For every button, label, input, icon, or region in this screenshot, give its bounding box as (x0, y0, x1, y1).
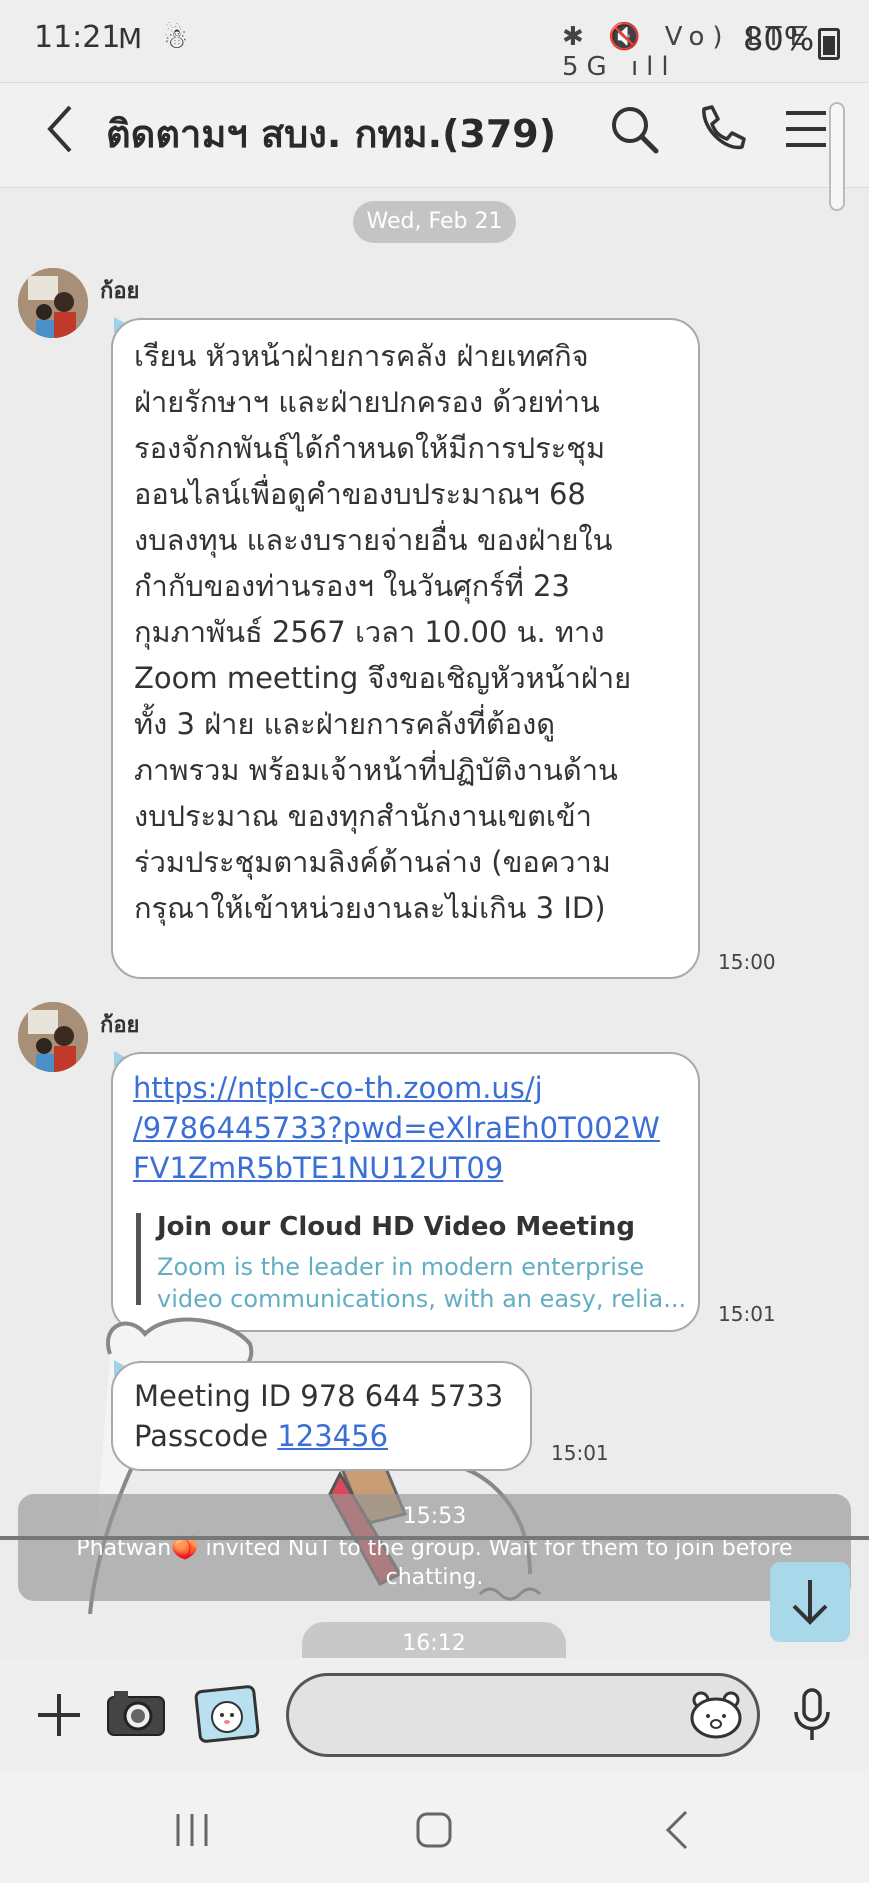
phone-icon (702, 105, 746, 150)
notification-icons: M ☃ (118, 22, 195, 55)
back-button[interactable] (40, 99, 100, 159)
zoom-link[interactable]: https://ntplc-co-th.zoom.us/j /978644573… (133, 1068, 693, 1188)
meeting-id-line: Meeting ID 978 644 5733 (134, 1379, 504, 1413)
message-line: ร่วมประชุมตามลิงค์ด้านล่าง (ขอความ (134, 845, 611, 879)
avatar-photo (18, 268, 88, 338)
sticker-button[interactable] (194, 1683, 260, 1743)
passcode-link[interactable]: 123456 (277, 1419, 388, 1453)
link-line[interactable]: FV1ZmR5bTE1NU12UT09 (133, 1148, 693, 1188)
battery-percent: 80% (743, 20, 815, 58)
preview-line: video communications, with an easy, reli… (157, 1285, 687, 1313)
chat-title[interactable]: ติดตามฯ สบง. กทม.(379) (106, 103, 556, 164)
back-icon (665, 1810, 688, 1850)
message-time: 15:01 (551, 1441, 609, 1465)
message-time: 15:01 (718, 1302, 776, 1326)
passcode-line: Passcode 123456 (134, 1416, 503, 1456)
scroll-down-button[interactable] (770, 1562, 850, 1642)
date-separator: Wed, Feb 21 (353, 201, 516, 243)
voice-button[interactable] (788, 1686, 836, 1742)
home-icon (416, 1812, 452, 1848)
avatar[interactable] (18, 268, 88, 338)
scrollbar[interactable] (829, 102, 845, 211)
nav-back-button[interactable] (660, 1808, 696, 1852)
system-message: Phatwan🍑 invited NüT to the group. Wait … (76, 1536, 793, 1590)
menu-button[interactable] (776, 99, 836, 165)
message-line: ทั้ง 3 ฝ่าย และฝ่ายการคลังที่ต้องดู (134, 707, 556, 741)
camera-icon (107, 1691, 165, 1736)
avatar-photo (18, 1002, 88, 1072)
message-line: เรียน หัวหน้าฝ่ายการคลัง ฝ่ายเทศกิจ (134, 339, 589, 373)
call-button[interactable] (690, 99, 750, 165)
link-preview-description[interactable]: Zoom is the leader in modern enterprise … (157, 1251, 686, 1315)
system-time: 15:53 (402, 1504, 467, 1529)
message-line: รองจักกพันธุ์ได้กำหนดให้มีการประชุม (134, 431, 606, 465)
message-line: งบลงทุน และงบรายจ่ายอื่น ของฝ่ายใน (134, 523, 613, 557)
sender-name: ก้อย (100, 1013, 140, 1038)
emoji-button[interactable] (688, 1688, 744, 1740)
sticker-icon (194, 1685, 260, 1743)
battery-icon (818, 28, 840, 60)
search-icon (612, 107, 659, 154)
plus-icon (38, 1694, 80, 1736)
camera-button[interactable] (104, 1685, 168, 1741)
message-line: ภาพรวม พร้อมเจ้าหน้าที่ปฏิบัติงานด้าน (134, 753, 618, 787)
message-line: งบประมาณ ของทุกสำนักงานเขตเข้า (134, 799, 592, 833)
recent-apps-button[interactable] (172, 1812, 212, 1848)
meeting-id-text: Meeting ID 978 644 5733 Passcode 123456 (134, 1376, 503, 1456)
search-button[interactable] (604, 99, 664, 165)
system-notice: 15:53 Phatwan🍑 invited NüT to the group.… (18, 1494, 851, 1601)
recents-icon (176, 1814, 208, 1846)
add-button[interactable] (34, 1690, 84, 1740)
message-line: กุมภาพันธ์ 2567 เวลา 10.00 น. ทาง (134, 615, 605, 649)
preview-line: Zoom is the leader in modern enterprise (157, 1253, 645, 1281)
microphone-icon (794, 1688, 830, 1740)
message-time: 15:00 (718, 950, 776, 974)
sender-name: ก้อย (100, 279, 140, 304)
system-nav-bar (0, 1774, 869, 1883)
divider (0, 1536, 869, 1540)
bear-face-icon (690, 1691, 742, 1739)
message-text: เรียน หัวหน้าฝ่ายการคลัง ฝ่ายเทศกิจ ฝ่าย… (134, 333, 694, 931)
status-bar: 11:21 M ☃ ✱ 🔇 Vo) LTE 5G ıll 80% (0, 0, 869, 82)
link-line[interactable]: https://ntplc-co-th.zoom.us/j (133, 1068, 693, 1108)
preview-accent-bar (136, 1213, 141, 1305)
avatar[interactable] (18, 1002, 88, 1072)
hamburger-icon (786, 111, 826, 147)
chevron-left-icon (47, 105, 72, 153)
message-line: กรุณาให้เข้าหน่วยงานละไม่เกิน 3 ID) (134, 891, 606, 925)
link-preview-title[interactable]: Join our Cloud HD Video Meeting (157, 1212, 635, 1242)
home-button[interactable] (414, 1810, 454, 1850)
passcode-label: Passcode (134, 1419, 278, 1453)
link-line[interactable]: /9786445733?pwd=eXlraEh0T002W (133, 1108, 693, 1148)
status-time: 11:21 (34, 20, 121, 55)
message-line: กำกับของท่านรองฯ ในวันศุกร์ที่ 23 (134, 569, 570, 603)
message-line: ออนไลน์เพื่อดูคำของบประมาณฯ 68 (134, 477, 586, 511)
message-line: Zoom meetting จึงขอเชิญหัวหน้าฝ่าย (134, 661, 632, 695)
message-line: ฝ่ายรักษาฯ และฝ่ายปกครอง ด้วยท่าน (134, 385, 600, 419)
chat-header: ติดตามฯ สบง. กทม.(379) (0, 82, 869, 188)
arrow-down-icon (792, 1580, 828, 1625)
